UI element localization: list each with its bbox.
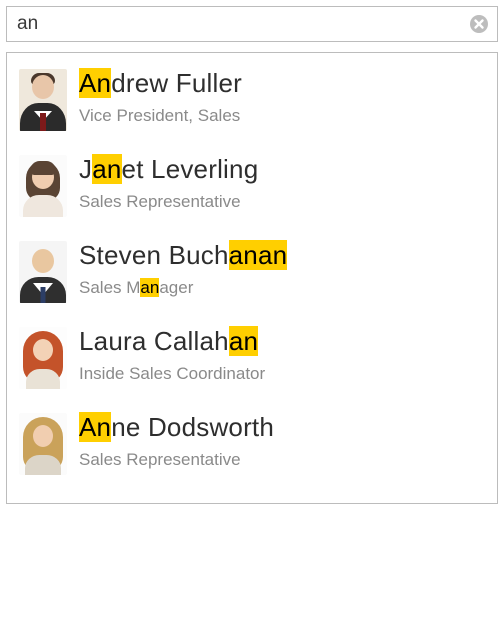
- result-item[interactable]: Anne Dodsworth Sales Representative: [15, 403, 489, 489]
- result-text: Andrew Fuller Vice President, Sales: [79, 69, 242, 126]
- result-text: Janet Leverling Sales Representative: [79, 155, 258, 212]
- result-text: Steven Buchanan Sales Manager: [79, 241, 287, 298]
- result-name: Steven Buchanan: [79, 241, 287, 270]
- result-name: Andrew Fuller: [79, 69, 242, 98]
- result-text: Laura Callahan Inside Sales Coordinator: [79, 327, 265, 384]
- avatar: [19, 327, 67, 389]
- results-list: Andrew Fuller Vice President, Sales Janet …: [6, 52, 498, 504]
- result-item[interactable]: Steven Buchanan Sales Manager: [15, 231, 489, 317]
- result-title: Inside Sales Coordinator: [79, 364, 265, 384]
- result-item[interactable]: Janet Leverling Sales Representative: [15, 145, 489, 231]
- avatar: [19, 241, 67, 303]
- autocomplete-panel: Andrew Fuller Vice President, Sales Janet …: [0, 0, 504, 510]
- result-name: Janet Leverling: [79, 155, 258, 184]
- result-text: Anne Dodsworth Sales Representative: [79, 413, 274, 470]
- result-title: Vice President, Sales: [79, 106, 242, 126]
- avatar: [19, 69, 67, 131]
- result-title: Sales Representative: [79, 192, 258, 212]
- result-title: Sales Manager: [79, 278, 287, 298]
- search-input[interactable]: [7, 7, 465, 41]
- avatar: [19, 155, 67, 217]
- search-box: [6, 6, 498, 42]
- result-title: Sales Representative: [79, 450, 274, 470]
- result-item[interactable]: Laura Callahan Inside Sales Coordinator: [15, 317, 489, 403]
- result-name: Laura Callahan: [79, 327, 265, 356]
- result-item[interactable]: Andrew Fuller Vice President, Sales: [15, 59, 489, 145]
- clear-button[interactable]: [465, 10, 493, 38]
- clear-icon: [469, 14, 489, 34]
- result-name: Anne Dodsworth: [79, 413, 274, 442]
- avatar: [19, 413, 67, 475]
